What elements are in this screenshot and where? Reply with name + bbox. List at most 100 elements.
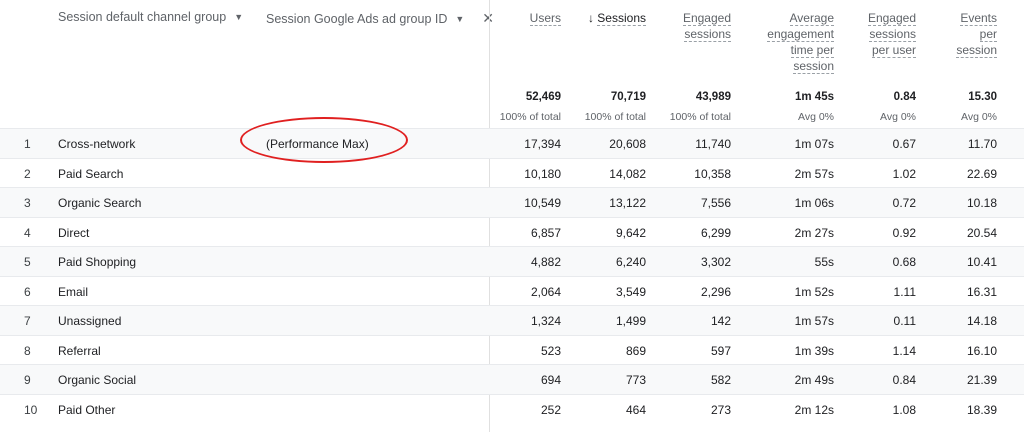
table-row[interactable]: 3 Organic Search 10,549 13,122 7,556 1m 06s 0.… <box>0 187 1024 217</box>
highlight-circle <box>240 117 408 163</box>
row-index: 10 <box>24 402 38 417</box>
metric-cell: 0.92 <box>892 225 916 240</box>
channel-name: Referral <box>58 343 101 358</box>
metric-cell: 1m 57s <box>794 314 834 328</box>
metric-cell: 1,324 <box>530 314 561 328</box>
metric-header-sessions[interactable]: ↓ Sessions <box>566 10 646 26</box>
metric-header-label: sessions <box>684 27 731 42</box>
metric-cell: 6,857 <box>530 225 561 240</box>
metric-cell: 2m 12s <box>794 402 834 417</box>
metric-header-users[interactable]: Users <box>481 10 561 26</box>
total-subtext: 100% of total <box>584 111 646 123</box>
channel-name: Paid Other <box>58 402 116 417</box>
metric-cell: 0.11 <box>893 314 916 328</box>
metric-cell: 0.84 <box>892 373 916 387</box>
metric-cell: 4,882 <box>530 255 561 269</box>
metric-header-label: Sessions <box>597 11 646 26</box>
row-index: 2 <box>24 166 31 181</box>
table-row[interactable]: 9 Organic Social 694 773 582 2m 49s 0.84 21.39 <box>0 364 1024 394</box>
metric-cell: 7,556 <box>700 196 731 210</box>
metric-cell: 14,082 <box>609 166 646 181</box>
metric-cell: 0.67 <box>892 137 916 151</box>
metric-header-label: per user <box>871 43 916 58</box>
metric-cell: 22.69 <box>966 166 997 181</box>
metric-cell: 523 <box>540 343 561 358</box>
metric-cell: 252 <box>540 402 561 417</box>
metric-header-label: Engaged <box>867 11 916 26</box>
total-subtext: Avg 0% <box>961 111 997 123</box>
metric-cell: 2,064 <box>530 284 561 299</box>
total-value: 15.30 <box>968 91 997 103</box>
metric-header-label: engagement <box>767 27 834 42</box>
channel-name: Paid Search <box>58 166 124 181</box>
metric-cell: 10.41 <box>966 255 997 269</box>
metric-cell: 6,299 <box>700 225 731 240</box>
table-row[interactable]: 1 Cross-network (Performance Max) 17,394 20,… <box>0 128 1024 158</box>
total-subtext: Avg 0% <box>798 111 834 123</box>
metric-header-label: Events <box>960 11 997 26</box>
channel-name: Direct <box>58 225 90 240</box>
metric-cell: 1,499 <box>615 314 646 328</box>
metric-header-label: per <box>979 27 997 42</box>
metric-header-engaged[interactable]: Engaged sessions <box>651 10 731 42</box>
metric-cell: 1m 07s <box>794 137 834 151</box>
metric-cell: 10.18 <box>966 196 997 210</box>
metric-cell: 11,740 <box>695 137 731 151</box>
metric-cell: 1m 52s <box>794 284 834 299</box>
metric-header-label: Users <box>529 11 561 26</box>
table-row[interactable]: 2 Paid Search 10,180 14,082 10,358 2m 57s 1.02… <box>0 157 1024 188</box>
metric-header-label: session <box>956 43 997 58</box>
table-row[interactable]: 6 Email 2,064 3,549 2,296 1m 52s 1.11 16.31 <box>0 275 1024 306</box>
row-index: 7 <box>24 314 31 328</box>
channel-name: Paid Shopping <box>58 255 137 269</box>
metric-cell: 17,394 <box>524 137 561 151</box>
secondary-dimension-label: Session Google Ads ad group ID <box>266 11 448 26</box>
metric-cell: 582 <box>710 373 731 387</box>
metric-cell: 16.31 <box>966 284 997 299</box>
total-subtext: 100% of total <box>669 111 731 123</box>
channel-name: Email <box>58 284 89 299</box>
table-row[interactable]: 5 Paid Shopping 4,882 6,240 3,302 55s 0.68 10.4… <box>0 246 1024 276</box>
caret-down-icon[interactable]: ▼ <box>234 12 243 22</box>
metric-header-engpu[interactable]: Engaged sessions per user <box>836 10 916 58</box>
metric-cell: 10,358 <box>694 166 731 181</box>
table-row[interactable]: 4 Direct 6,857 9,642 6,299 2m 27s 0.92 20.54 <box>0 216 1024 247</box>
table-row[interactable]: 10 Paid Other 252 464 273 2m 12s 1.08 18.39 <box>0 393 1024 424</box>
table-row[interactable]: 8 Referral 523 869 597 1m 39s 1.14 16.10 <box>0 334 1024 365</box>
metric-header-eps[interactable]: Events per session <box>927 10 997 58</box>
caret-down-icon[interactable]: ▼ <box>455 14 464 24</box>
metric-cell: 2m 49s <box>794 373 834 387</box>
metric-cell: 464 <box>625 402 646 417</box>
total-subtext: 100% of total <box>499 111 561 123</box>
row-index: 6 <box>24 284 31 299</box>
metric-cell: 1m 39s <box>794 343 834 358</box>
table-row[interactable]: 7 Unassigned 1,324 1,499 142 1m 57s 0.11 14.18 <box>0 305 1024 335</box>
row-index: 4 <box>24 225 31 240</box>
metric-cell: 2,296 <box>700 284 731 299</box>
total-value: 1m 45s <box>794 91 834 103</box>
metric-cell: 10,180 <box>524 166 561 181</box>
metric-header-label: time per <box>790 43 834 58</box>
metric-cell: 20.54 <box>966 225 997 240</box>
channel-name: Cross-network <box>58 137 136 151</box>
channel-name: Organic Search <box>58 196 142 210</box>
metric-cell: 2m 57s <box>794 166 834 181</box>
total-subtext: Avg 0% <box>880 111 916 123</box>
row-index: 3 <box>24 196 31 210</box>
metric-header-label: Average <box>789 11 834 26</box>
metric-cell: 18.39 <box>966 402 997 417</box>
row-index: 5 <box>24 255 31 269</box>
metric-cell: 10,549 <box>524 196 561 210</box>
metric-cell: 20,608 <box>609 137 646 151</box>
metric-cell: 273 <box>710 402 731 417</box>
arrow-down-icon: ↓ <box>587 11 598 25</box>
row-index: 1 <box>24 137 31 151</box>
secondary-dimension-selector[interactable]: Session Google Ads ad group ID ▼ ✕ <box>266 10 494 27</box>
metric-cell: 1.08 <box>892 402 916 417</box>
metric-header-avgtime[interactable]: Average engagement time per session <box>734 10 834 74</box>
primary-dimension-label: Session default channel group <box>58 10 227 24</box>
primary-dimension-selector[interactable]: Session default channel group ▼ <box>58 10 243 24</box>
metric-cell: 16.10 <box>966 343 997 358</box>
metric-cell: 11.70 <box>967 137 997 151</box>
metric-cell: 0.68 <box>892 255 916 269</box>
